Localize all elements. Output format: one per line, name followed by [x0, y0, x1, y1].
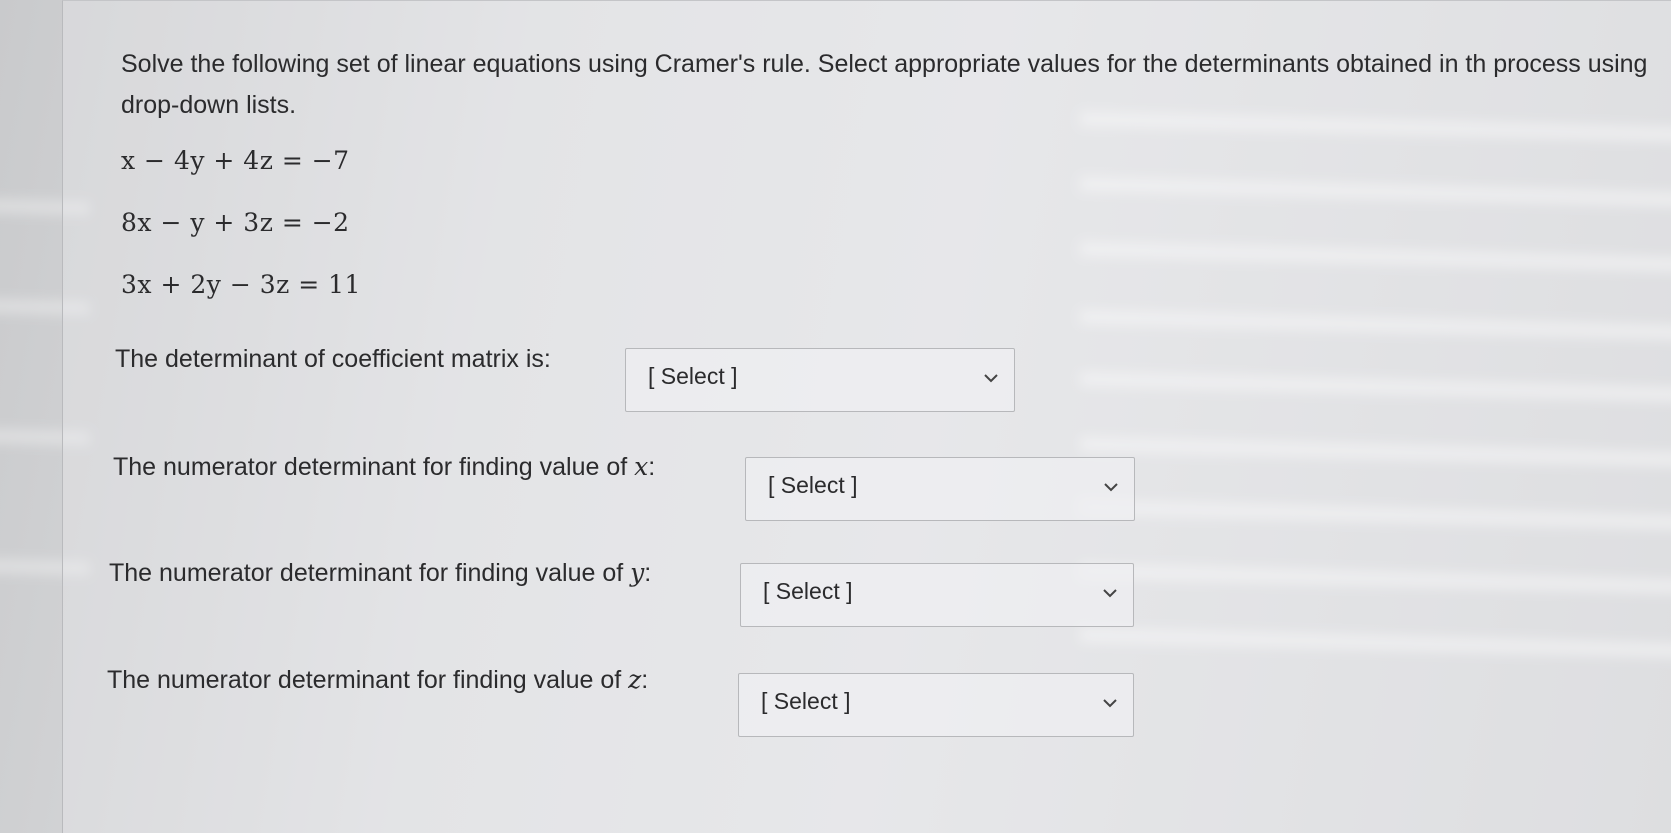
question-numerator-z-label: The numerator determinant for finding va… — [107, 665, 648, 695]
label-suffix: : — [644, 559, 652, 587]
label-suffix: : — [641, 666, 649, 694]
label-suffix: : — [648, 453, 656, 481]
chevron-down-icon — [1104, 483, 1118, 492]
question-numerator-x-label: The numerator determinant for finding va… — [113, 452, 655, 482]
equation-1: x − 4y + 4z = −7 — [121, 146, 350, 175]
select-value: [ Select ] — [763, 578, 853, 604]
label-text: The numerator determinant for finding va… — [109, 559, 631, 587]
select-value: [ Select ] — [768, 472, 858, 498]
screen: Solve the following set of linear equati… — [0, 0, 1671, 833]
det-coefficient-select[interactable]: [ Select ] — [625, 348, 1015, 412]
question-numerator-y-label: The numerator determinant for finding va… — [109, 558, 651, 588]
question-instructions: Solve the following set of linear equati… — [121, 50, 1648, 119]
variable-y: y — [630, 558, 645, 587]
equation-2: 8x − y + 3z = −2 — [121, 208, 350, 237]
equation-3: 3x + 2y − 3z = 11 — [121, 270, 361, 299]
numerator-y-select[interactable]: [ Select ] — [740, 563, 1134, 627]
chevron-down-icon — [1103, 589, 1117, 598]
label-text: The numerator determinant for finding va… — [107, 666, 629, 694]
select-value: [ Select ] — [648, 363, 738, 389]
chevron-down-icon — [1103, 699, 1117, 708]
select-value: [ Select ] — [761, 688, 851, 714]
variable-z: z — [628, 665, 642, 694]
chevron-down-icon — [984, 374, 998, 383]
numerator-z-select[interactable]: [ Select ] — [738, 673, 1134, 737]
question-det-coefficient-label: The determinant of coefficient matrix is… — [115, 345, 551, 374]
numerator-x-select[interactable]: [ Select ] — [745, 457, 1135, 521]
variable-x: x — [634, 452, 649, 481]
label-text: The determinant of coefficient matrix is… — [115, 345, 551, 373]
label-text: The numerator determinant for finding va… — [113, 453, 635, 481]
